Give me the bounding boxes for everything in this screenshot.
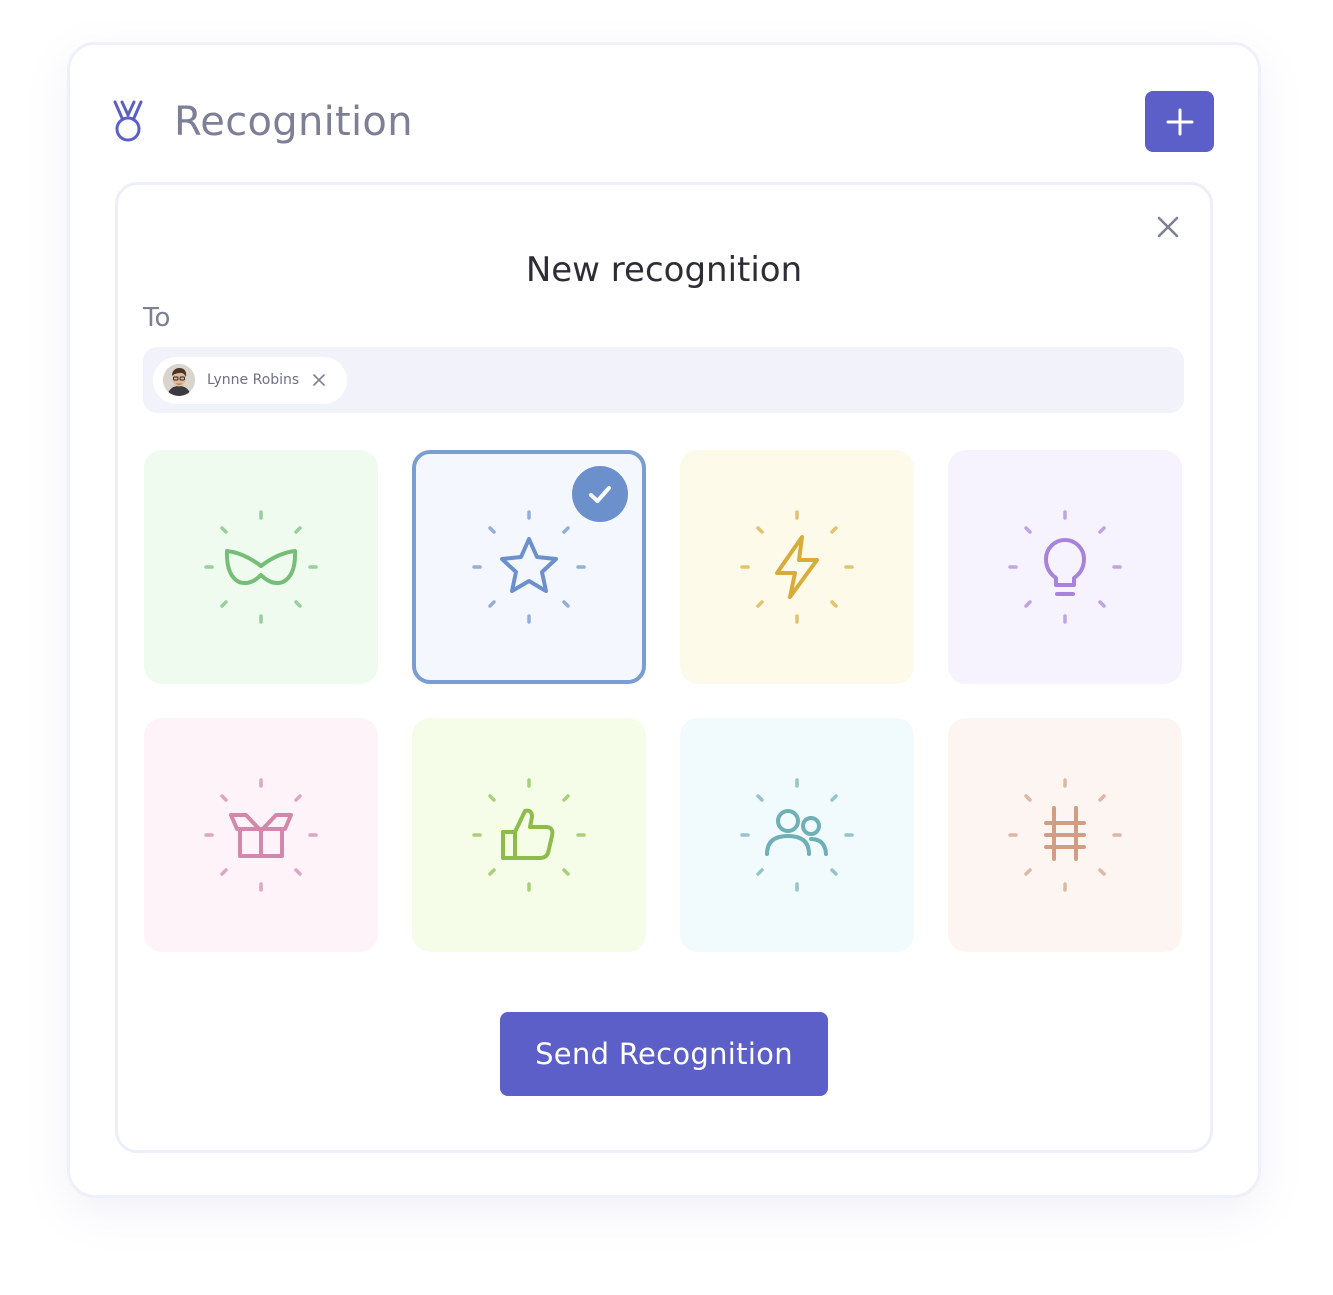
- badge-tile[interactable]: [948, 718, 1182, 952]
- ladder-icon: [1008, 778, 1122, 892]
- page-title: Recognition: [174, 99, 413, 145]
- add-recognition-button[interactable]: [1145, 91, 1214, 152]
- send-recognition-button[interactable]: Send Recognition: [500, 1012, 828, 1096]
- recipient-name: Lynne Robins: [207, 372, 300, 388]
- gift-icon: [204, 778, 318, 892]
- mask-icon: [204, 510, 318, 624]
- thumbs-up-icon: [472, 778, 586, 892]
- badge-tile[interactable]: [412, 718, 646, 952]
- close-icon[interactable]: [1154, 213, 1182, 241]
- lightning-icon: [740, 510, 854, 624]
- medal-icon: [113, 100, 143, 142]
- badge-tile[interactable]: [144, 718, 378, 952]
- to-label: To: [143, 303, 171, 333]
- lightbulb-icon: [1008, 510, 1122, 624]
- badge-tile[interactable]: [144, 450, 378, 684]
- selected-check-icon: [572, 466, 628, 522]
- close-icon[interactable]: [311, 372, 327, 388]
- dialog-title: New recognition: [525, 250, 803, 290]
- avatar: [163, 364, 195, 396]
- recipient-chip[interactable]: Lynne Robins: [153, 357, 347, 404]
- badge-tile[interactable]: [680, 450, 914, 684]
- plus-icon: [1166, 108, 1193, 135]
- star-icon: [472, 510, 586, 624]
- team-icon: [740, 778, 854, 892]
- badge-tile[interactable]: [948, 450, 1182, 684]
- badge-tile[interactable]: [680, 718, 914, 952]
